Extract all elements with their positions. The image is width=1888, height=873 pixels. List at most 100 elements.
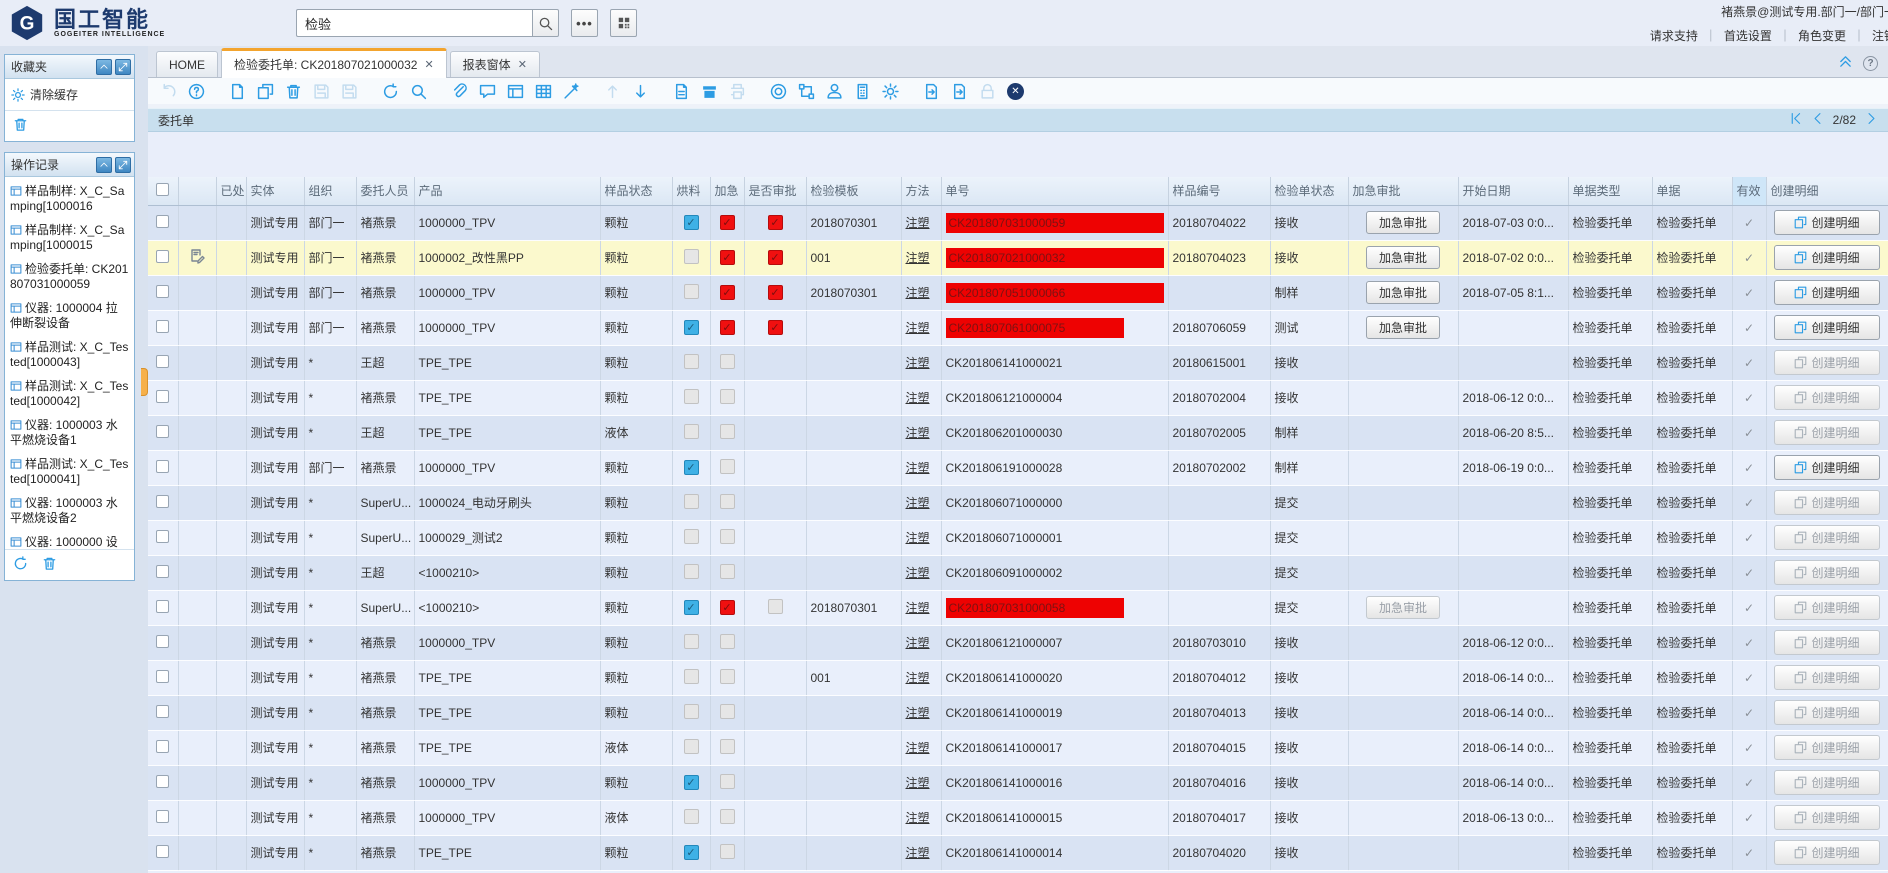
- history-item-1[interactable]: 样品制样: X_C_Samping[1000015: [5, 218, 134, 257]
- col-header-product[interactable]: 产品: [414, 177, 600, 205]
- tab-0[interactable]: HOME: [156, 51, 218, 77]
- row-checkbox[interactable]: [156, 215, 169, 228]
- method-link[interactable]: 注塑: [906, 776, 930, 790]
- row-checkbox[interactable]: [156, 495, 169, 508]
- topbar-link-0[interactable]: 请求支持: [1650, 29, 1698, 43]
- history-item-2[interactable]: 检验委托单: CK201807031000059: [5, 257, 134, 296]
- table-row-13[interactable]: 测试专用*褚燕景TPE_TPE颗粒001注塑CK2018061410000202…: [148, 660, 1888, 695]
- print-button[interactable]: [729, 83, 746, 100]
- urgent-approve-button[interactable]: 加急审批: [1366, 211, 1440, 234]
- table-row-4[interactable]: 测试专用*王超TPE_TPE颗粒注塑CK20180614100002120180…: [148, 345, 1888, 380]
- col-header-state[interactable]: 样品状态: [600, 177, 672, 205]
- row-checkbox[interactable]: [156, 810, 169, 823]
- col-header-startDate[interactable]: 开始日期: [1458, 177, 1568, 205]
- method-link[interactable]: 注塑: [906, 811, 930, 825]
- bake-checkbox[interactable]: [684, 529, 699, 544]
- tab-1[interactable]: 检验委托单: CK201807021000032✕: [221, 48, 447, 78]
- bake-checkbox[interactable]: [684, 424, 699, 439]
- panel-expand-button[interactable]: [115, 157, 131, 173]
- urgent-checkbox[interactable]: [720, 459, 735, 474]
- urgent-approve-button[interactable]: 加急审批: [1366, 596, 1440, 619]
- row-checkbox[interactable]: [156, 460, 169, 473]
- assign-user-button[interactable]: [826, 83, 843, 100]
- row-checkbox[interactable]: [156, 425, 169, 438]
- table-row-11[interactable]: 测试专用*SuperU...<1000210>颗粒✓✓2018070301注塑C…: [148, 590, 1888, 625]
- method-link[interactable]: 注塑: [906, 461, 930, 475]
- col-header-create[interactable]: 创建明细: [1766, 177, 1888, 205]
- col-header-urgent[interactable]: 加急: [710, 177, 744, 205]
- method-link[interactable]: 注塑: [906, 531, 930, 545]
- method-link[interactable]: 注塑: [906, 706, 930, 720]
- search-input[interactable]: [296, 9, 532, 37]
- row-checkbox[interactable]: [156, 250, 169, 263]
- row-checkbox[interactable]: [156, 705, 169, 718]
- table-row-14[interactable]: 测试专用*褚燕景TPE_TPE颗粒注塑CK2018061410000192018…: [148, 695, 1888, 730]
- bake-checkbox[interactable]: [684, 564, 699, 579]
- urgent-checkbox[interactable]: [720, 774, 735, 789]
- bake-checkbox[interactable]: ✓: [684, 320, 699, 335]
- urgent-checkbox[interactable]: [720, 389, 735, 404]
- favorite-item-clear-cache[interactable]: 清除缓存: [5, 79, 134, 110]
- table-row-7[interactable]: 测试专用部门一褚燕景1000000_TPV颗粒✓注塑CK201806191000…: [148, 450, 1888, 485]
- export-pdf-button[interactable]: [673, 83, 690, 100]
- col-header-bake[interactable]: 烘料: [672, 177, 710, 205]
- urgent-checkbox[interactable]: [720, 494, 735, 509]
- method-link[interactable]: 注塑: [906, 846, 930, 860]
- approved-checkbox[interactable]: ✓: [768, 215, 783, 230]
- table-row-5[interactable]: 测试专用*褚燕景TPE_TPE颗粒注塑CK2018061210000042018…: [148, 380, 1888, 415]
- history-item-0[interactable]: 样品制样: X_C_Samping[1000016: [5, 179, 134, 218]
- table-row-8[interactable]: 测试专用*SuperU...1000024_电动牙刷头颗粒注塑CK2018060…: [148, 485, 1888, 520]
- qr-code-button[interactable]: [610, 9, 637, 37]
- search-button[interactable]: [532, 9, 559, 37]
- workflow-button[interactable]: [798, 83, 815, 100]
- approved-checkbox[interactable]: [768, 599, 783, 614]
- row-checkbox[interactable]: [156, 320, 169, 333]
- urgent-checkbox[interactable]: [720, 424, 735, 439]
- tab-2[interactable]: 报表窗体✕: [450, 51, 540, 77]
- method-link[interactable]: 注塑: [906, 251, 930, 265]
- topbar-link-1[interactable]: 首选设置: [1724, 29, 1772, 43]
- method-link[interactable]: 注塑: [906, 601, 930, 615]
- tab-close-icon[interactable]: ✕: [518, 58, 527, 71]
- attachment-button[interactable]: [451, 83, 468, 100]
- urgent-checkbox[interactable]: [720, 809, 735, 824]
- first-page-button[interactable]: [1789, 112, 1802, 128]
- table-view-button[interactable]: [535, 83, 552, 100]
- next-page-button[interactable]: [1865, 112, 1878, 128]
- col-header-entity[interactable]: 实体: [246, 177, 304, 205]
- table-row-3[interactable]: 测试专用部门一褚燕景1000000_TPV颗粒✓✓✓注塑CK2018070610…: [148, 310, 1888, 345]
- row-checkbox[interactable]: [156, 740, 169, 753]
- urgent-checkbox[interactable]: ✓: [720, 250, 735, 265]
- method-link[interactable]: 注塑: [906, 216, 930, 230]
- col-header-valid[interactable]: 有效: [1732, 177, 1766, 205]
- bake-checkbox[interactable]: [684, 704, 699, 719]
- bake-checkbox[interactable]: [684, 634, 699, 649]
- urgent-checkbox[interactable]: ✓: [720, 285, 735, 300]
- create-detail-button[interactable]: 创建明细: [1774, 525, 1880, 550]
- row-checkbox[interactable]: [156, 775, 169, 788]
- urgent-approve-button[interactable]: 加急审批: [1366, 246, 1440, 269]
- create-detail-button[interactable]: 创建明细: [1774, 420, 1880, 445]
- urgent-checkbox[interactable]: [720, 634, 735, 649]
- urgent-checkbox[interactable]: ✓: [720, 215, 735, 230]
- row-checkbox[interactable]: [156, 635, 169, 648]
- row-checkbox[interactable]: [156, 600, 169, 613]
- col-header-orderNo[interactable]: 单号: [941, 177, 1168, 205]
- table-row-1[interactable]: 测试专用部门一褚燕景1000002_改性黑PP颗粒✓✓001注塑CK201807…: [148, 240, 1888, 275]
- create-detail-button[interactable]: 创建明细: [1774, 210, 1880, 235]
- copy-button[interactable]: [257, 83, 274, 100]
- bake-checkbox[interactable]: [684, 739, 699, 754]
- row-checkbox[interactable]: [156, 530, 169, 543]
- col-header-urgentBtn[interactable]: 加急审批: [1348, 177, 1458, 205]
- row-checkbox[interactable]: [156, 390, 169, 403]
- refresh-history-button[interactable]: [13, 556, 28, 574]
- approved-checkbox[interactable]: ✓: [768, 285, 783, 300]
- method-link[interactable]: 注塑: [906, 426, 930, 440]
- help-icon[interactable]: ?: [1863, 56, 1878, 71]
- row-checkbox[interactable]: [156, 845, 169, 858]
- save-all-button[interactable]: [341, 83, 358, 100]
- col-header-flag[interactable]: [178, 177, 216, 205]
- table-row-10[interactable]: 测试专用*王超<1000210>颗粒注塑CK201806091000002提交检…: [148, 555, 1888, 590]
- bake-checkbox[interactable]: ✓: [684, 845, 699, 860]
- move-down-button[interactable]: [632, 83, 649, 100]
